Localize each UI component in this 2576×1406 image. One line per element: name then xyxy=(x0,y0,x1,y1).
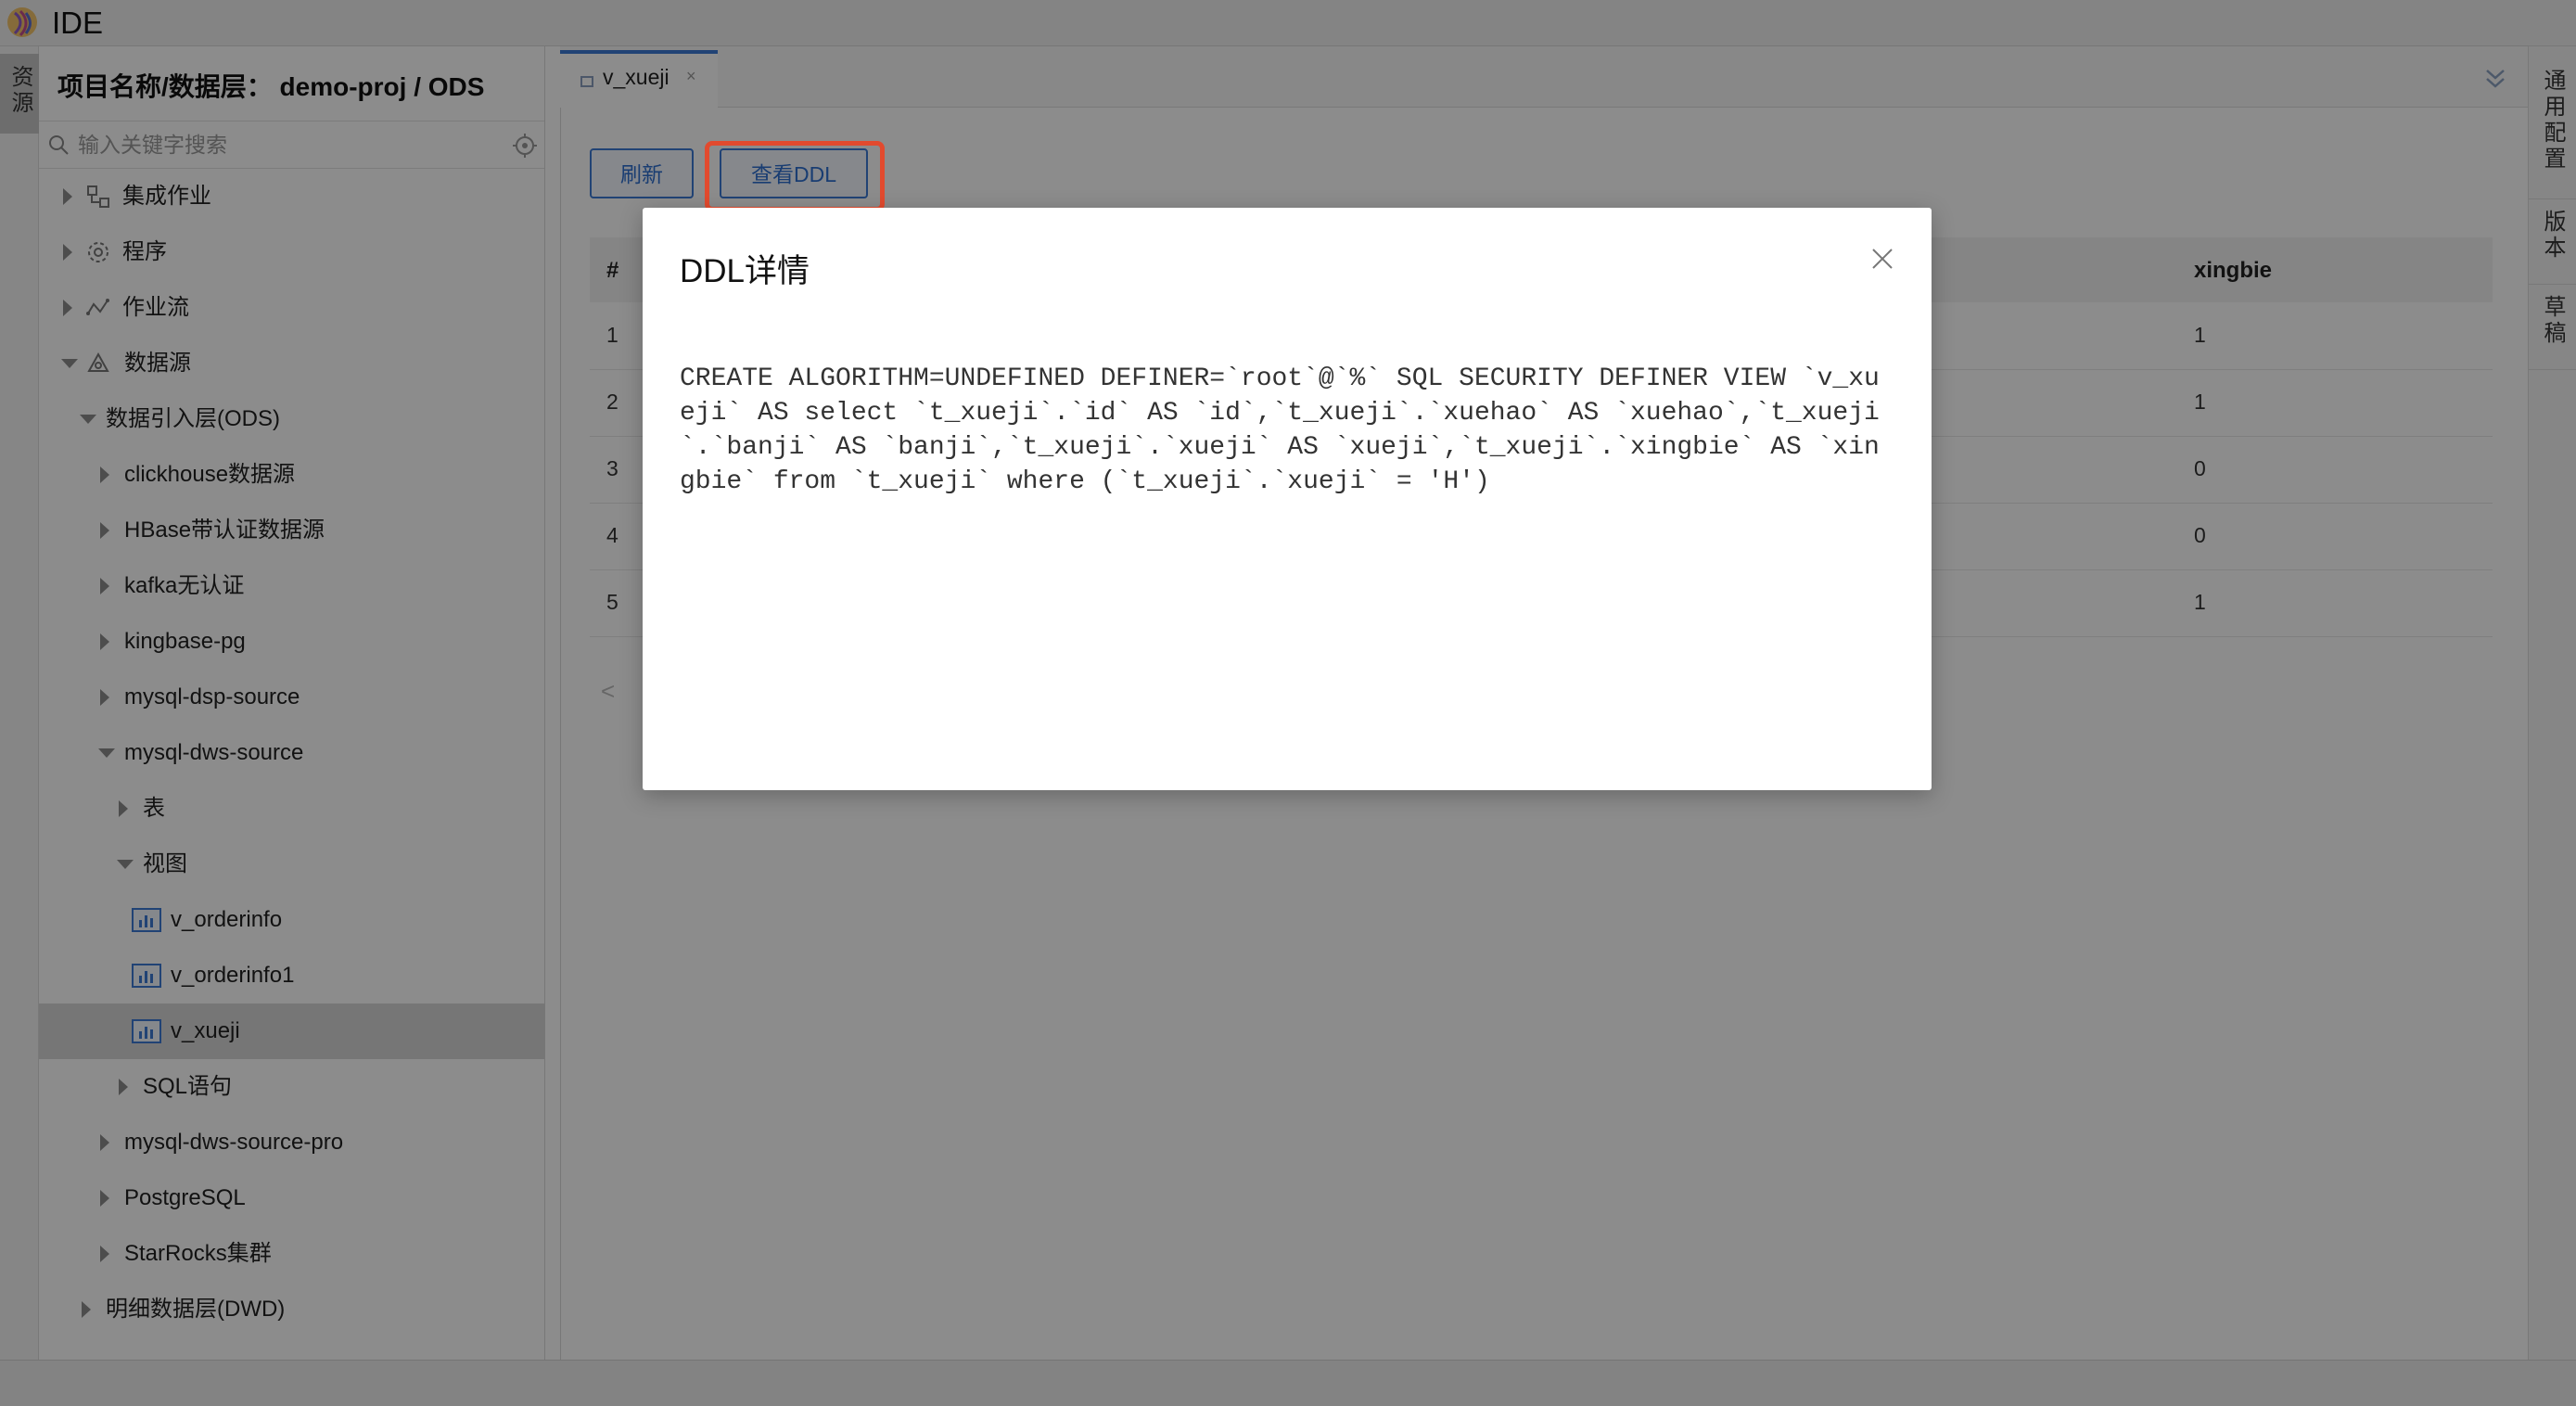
ddl-text: CREATE ALGORITHM=UNDEFINED DEFINER=`root… xyxy=(680,364,1880,496)
modal-title: DDL详情 xyxy=(680,253,810,289)
ddl-detail-modal: DDL详情 CREATE ALGORITHM=UNDEFINED DEFINER… xyxy=(643,208,1932,790)
ddl-button-highlight xyxy=(705,141,885,211)
close-icon[interactable] xyxy=(1868,245,1896,273)
